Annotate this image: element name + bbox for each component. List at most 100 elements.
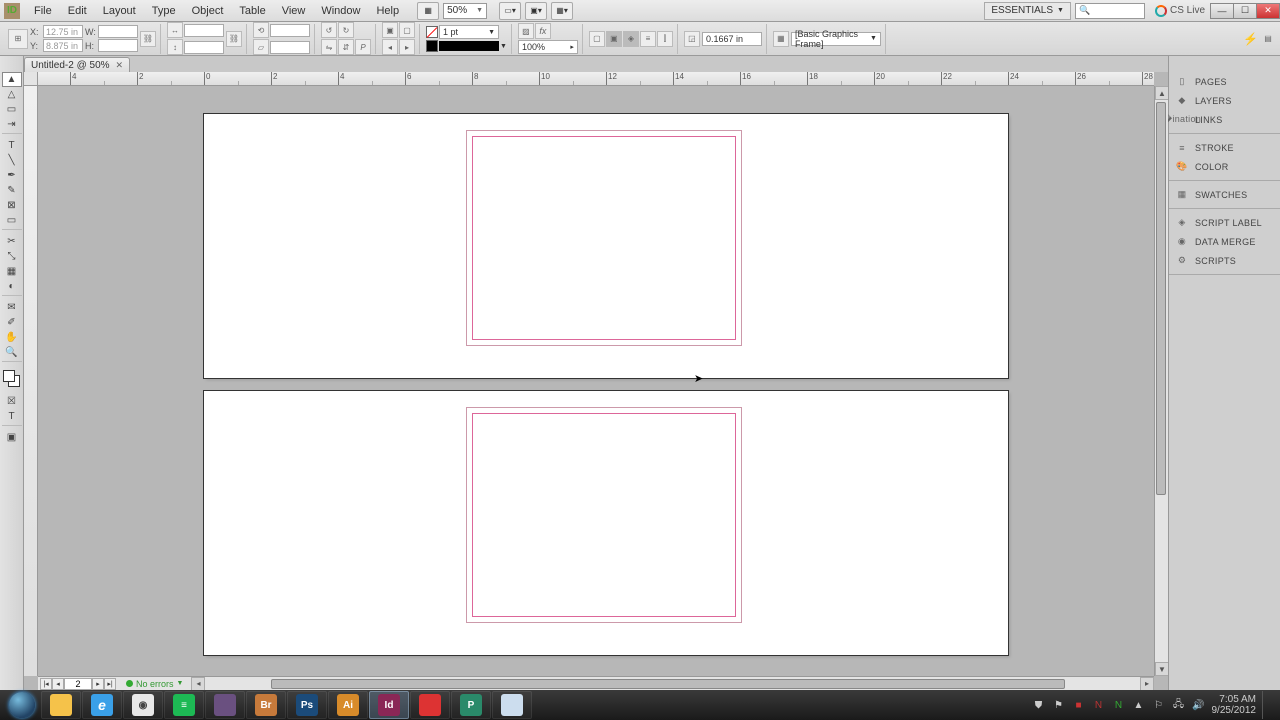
- taskbar-app-bridge[interactable]: Br: [246, 691, 286, 719]
- scroll-left-button[interactable]: ◂: [191, 677, 205, 691]
- panel-layers[interactable]: ◆LAYERS: [1169, 91, 1280, 110]
- eyedropper-tool[interactable]: ✐: [2, 315, 22, 330]
- opacity-input[interactable]: 100%▸: [518, 40, 578, 54]
- selection-tool[interactable]: ▲: [2, 72, 22, 87]
- zoom-level[interactable]: 50%▼: [443, 3, 487, 19]
- cs-live-button[interactable]: CS Live: [1155, 5, 1205, 17]
- panel-pages[interactable]: ▯PAGES: [1169, 72, 1280, 91]
- stroke-weight-input[interactable]: 1 pt▼: [439, 25, 499, 39]
- menu-file[interactable]: File: [26, 0, 60, 22]
- wrap-shape-icon[interactable]: ◈: [623, 31, 639, 47]
- taskbar-app-photoshop[interactable]: Ps: [287, 691, 327, 719]
- gradient-swatch-tool[interactable]: ▦: [2, 264, 22, 279]
- menu-help[interactable]: Help: [368, 0, 407, 22]
- wrap-bounding-icon[interactable]: ▣: [606, 31, 622, 47]
- flip-v-icon[interactable]: ⇵: [338, 39, 354, 55]
- menu-layout[interactable]: Layout: [95, 0, 144, 22]
- next-page-button[interactable]: ▸: [92, 678, 104, 690]
- page-spread-1[interactable]: [204, 114, 1008, 378]
- panel-swatches[interactable]: ▦SWATCHES: [1169, 185, 1280, 204]
- scale-y-input[interactable]: [184, 41, 224, 54]
- scissors-tool[interactable]: ✂: [2, 234, 22, 249]
- page-spread-2[interactable]: [204, 391, 1008, 655]
- select-container-icon[interactable]: ▣: [382, 22, 398, 38]
- fx-icon[interactable]: fx: [535, 23, 551, 39]
- horizontal-ruler[interactable]: 420246810121416182022242628: [38, 72, 1154, 86]
- wrap-column-icon[interactable]: ⫿: [657, 31, 673, 47]
- pencil-tool[interactable]: ✎: [2, 183, 22, 198]
- first-page-button[interactable]: |◂: [40, 678, 52, 690]
- drop-shadow-icon[interactable]: ▨: [518, 23, 534, 39]
- tray-up-icon[interactable]: ▲: [1132, 698, 1146, 712]
- ruler-origin[interactable]: [24, 72, 38, 86]
- taskbar-app-indesign[interactable]: Id: [369, 691, 409, 719]
- document-tab[interactable]: Untitled-2 @ 50% ✕: [24, 57, 130, 72]
- taskbar-app-acrobat[interactable]: [410, 691, 450, 719]
- taskbar-clock[interactable]: 7:05 AM 9/25/2012: [1212, 694, 1257, 716]
- menu-edit[interactable]: Edit: [60, 0, 95, 22]
- maximize-button[interactable]: ☐: [1233, 3, 1257, 19]
- scroll-up-button[interactable]: ▲: [1155, 86, 1168, 100]
- scroll-thumb-h[interactable]: [271, 679, 1065, 689]
- zoom-tool[interactable]: 🔍: [2, 345, 22, 362]
- panel-stroke[interactable]: ≡STROKE: [1169, 138, 1280, 157]
- taskbar-app-publisher[interactable]: P: [451, 691, 491, 719]
- start-button[interactable]: [4, 691, 40, 719]
- panel-links[interactable]: �inationLINKS: [1169, 110, 1280, 129]
- corner-options-icon[interactable]: ◲: [684, 31, 700, 47]
- menu-view[interactable]: View: [274, 0, 314, 22]
- page-tool[interactable]: ▭: [2, 102, 22, 117]
- menu-window[interactable]: Window: [313, 0, 368, 22]
- panel-data-merge[interactable]: ◉DATA MERGE: [1169, 232, 1280, 251]
- search-input[interactable]: 🔍: [1075, 3, 1145, 19]
- x-position-input[interactable]: [43, 25, 83, 38]
- note-tool[interactable]: ✉: [2, 300, 22, 315]
- type-tool[interactable]: T: [2, 138, 22, 153]
- gap-tool[interactable]: ⇥: [2, 117, 22, 134]
- rotate-cw-icon[interactable]: ↻: [338, 22, 354, 38]
- direct-selection-tool[interactable]: △: [2, 87, 22, 102]
- flip-h-icon[interactable]: ⇋: [321, 39, 337, 55]
- preflight-status[interactable]: No errors▼: [126, 679, 183, 689]
- tray-flag-icon[interactable]: ⚑: [1052, 698, 1066, 712]
- scale-x-input[interactable]: [184, 24, 224, 37]
- menu-table[interactable]: Table: [231, 0, 273, 22]
- panel-script-label[interactable]: ◈SCRIPT LABEL: [1169, 213, 1280, 232]
- line-tool[interactable]: ╲: [2, 153, 22, 168]
- bridge-icon[interactable]: ▦: [417, 2, 439, 20]
- constrain-proportions-icon[interactable]: ⛓: [140, 31, 156, 47]
- tray-adobe-icon[interactable]: ■: [1072, 698, 1086, 712]
- reference-point-icon[interactable]: ⊞: [8, 29, 28, 49]
- panel-color[interactable]: 🎨COLOR: [1169, 157, 1280, 176]
- scroll-right-button[interactable]: ▸: [1140, 677, 1154, 691]
- scroll-thumb-v[interactable]: [1156, 102, 1166, 495]
- fill-stroke-swatches[interactable]: [3, 370, 21, 388]
- stroke-style-preview[interactable]: [439, 41, 499, 51]
- shear-input[interactable]: [270, 41, 310, 54]
- tray-action-icon[interactable]: ⚐: [1152, 698, 1166, 712]
- select-next-icon[interactable]: ▸: [399, 39, 415, 55]
- apply-none-icon[interactable]: ☒: [2, 394, 22, 409]
- object-style-select[interactable]: [Basic Graphics Frame]▼: [791, 32, 881, 46]
- taskbar-app-notepad[interactable]: [492, 691, 532, 719]
- screen-mode-icon[interactable]: ▣▾: [525, 2, 547, 20]
- paragraph-icon[interactable]: P: [355, 39, 371, 55]
- taskbar-app-app1[interactable]: [205, 691, 245, 719]
- rectangle-frame-tool[interactable]: ⊠: [2, 198, 22, 213]
- tray-volume-icon[interactable]: 🔊: [1192, 698, 1206, 712]
- select-prev-icon[interactable]: ◂: [382, 39, 398, 55]
- close-button[interactable]: ✕: [1256, 3, 1280, 19]
- fill-swatch[interactable]: [426, 26, 438, 38]
- taskbar-app-spotify[interactable]: ≡: [164, 691, 204, 719]
- pen-tool[interactable]: ✒: [2, 168, 22, 183]
- screen-mode-tool[interactable]: ▣: [2, 430, 22, 445]
- stroke-swatch[interactable]: [426, 40, 438, 52]
- last-page-button[interactable]: ▸|: [104, 678, 116, 690]
- taskbar-app-illustrator[interactable]: Ai: [328, 691, 368, 719]
- workspace-switcher[interactable]: ESSENTIALS▼: [984, 2, 1071, 20]
- gradient-feather-tool[interactable]: ◐: [2, 279, 22, 296]
- vertical-ruler[interactable]: [24, 86, 38, 676]
- rotate-ccw-icon[interactable]: ↺: [321, 22, 337, 38]
- show-desktop-button[interactable]: [1262, 691, 1270, 719]
- menu-object[interactable]: Object: [184, 0, 232, 22]
